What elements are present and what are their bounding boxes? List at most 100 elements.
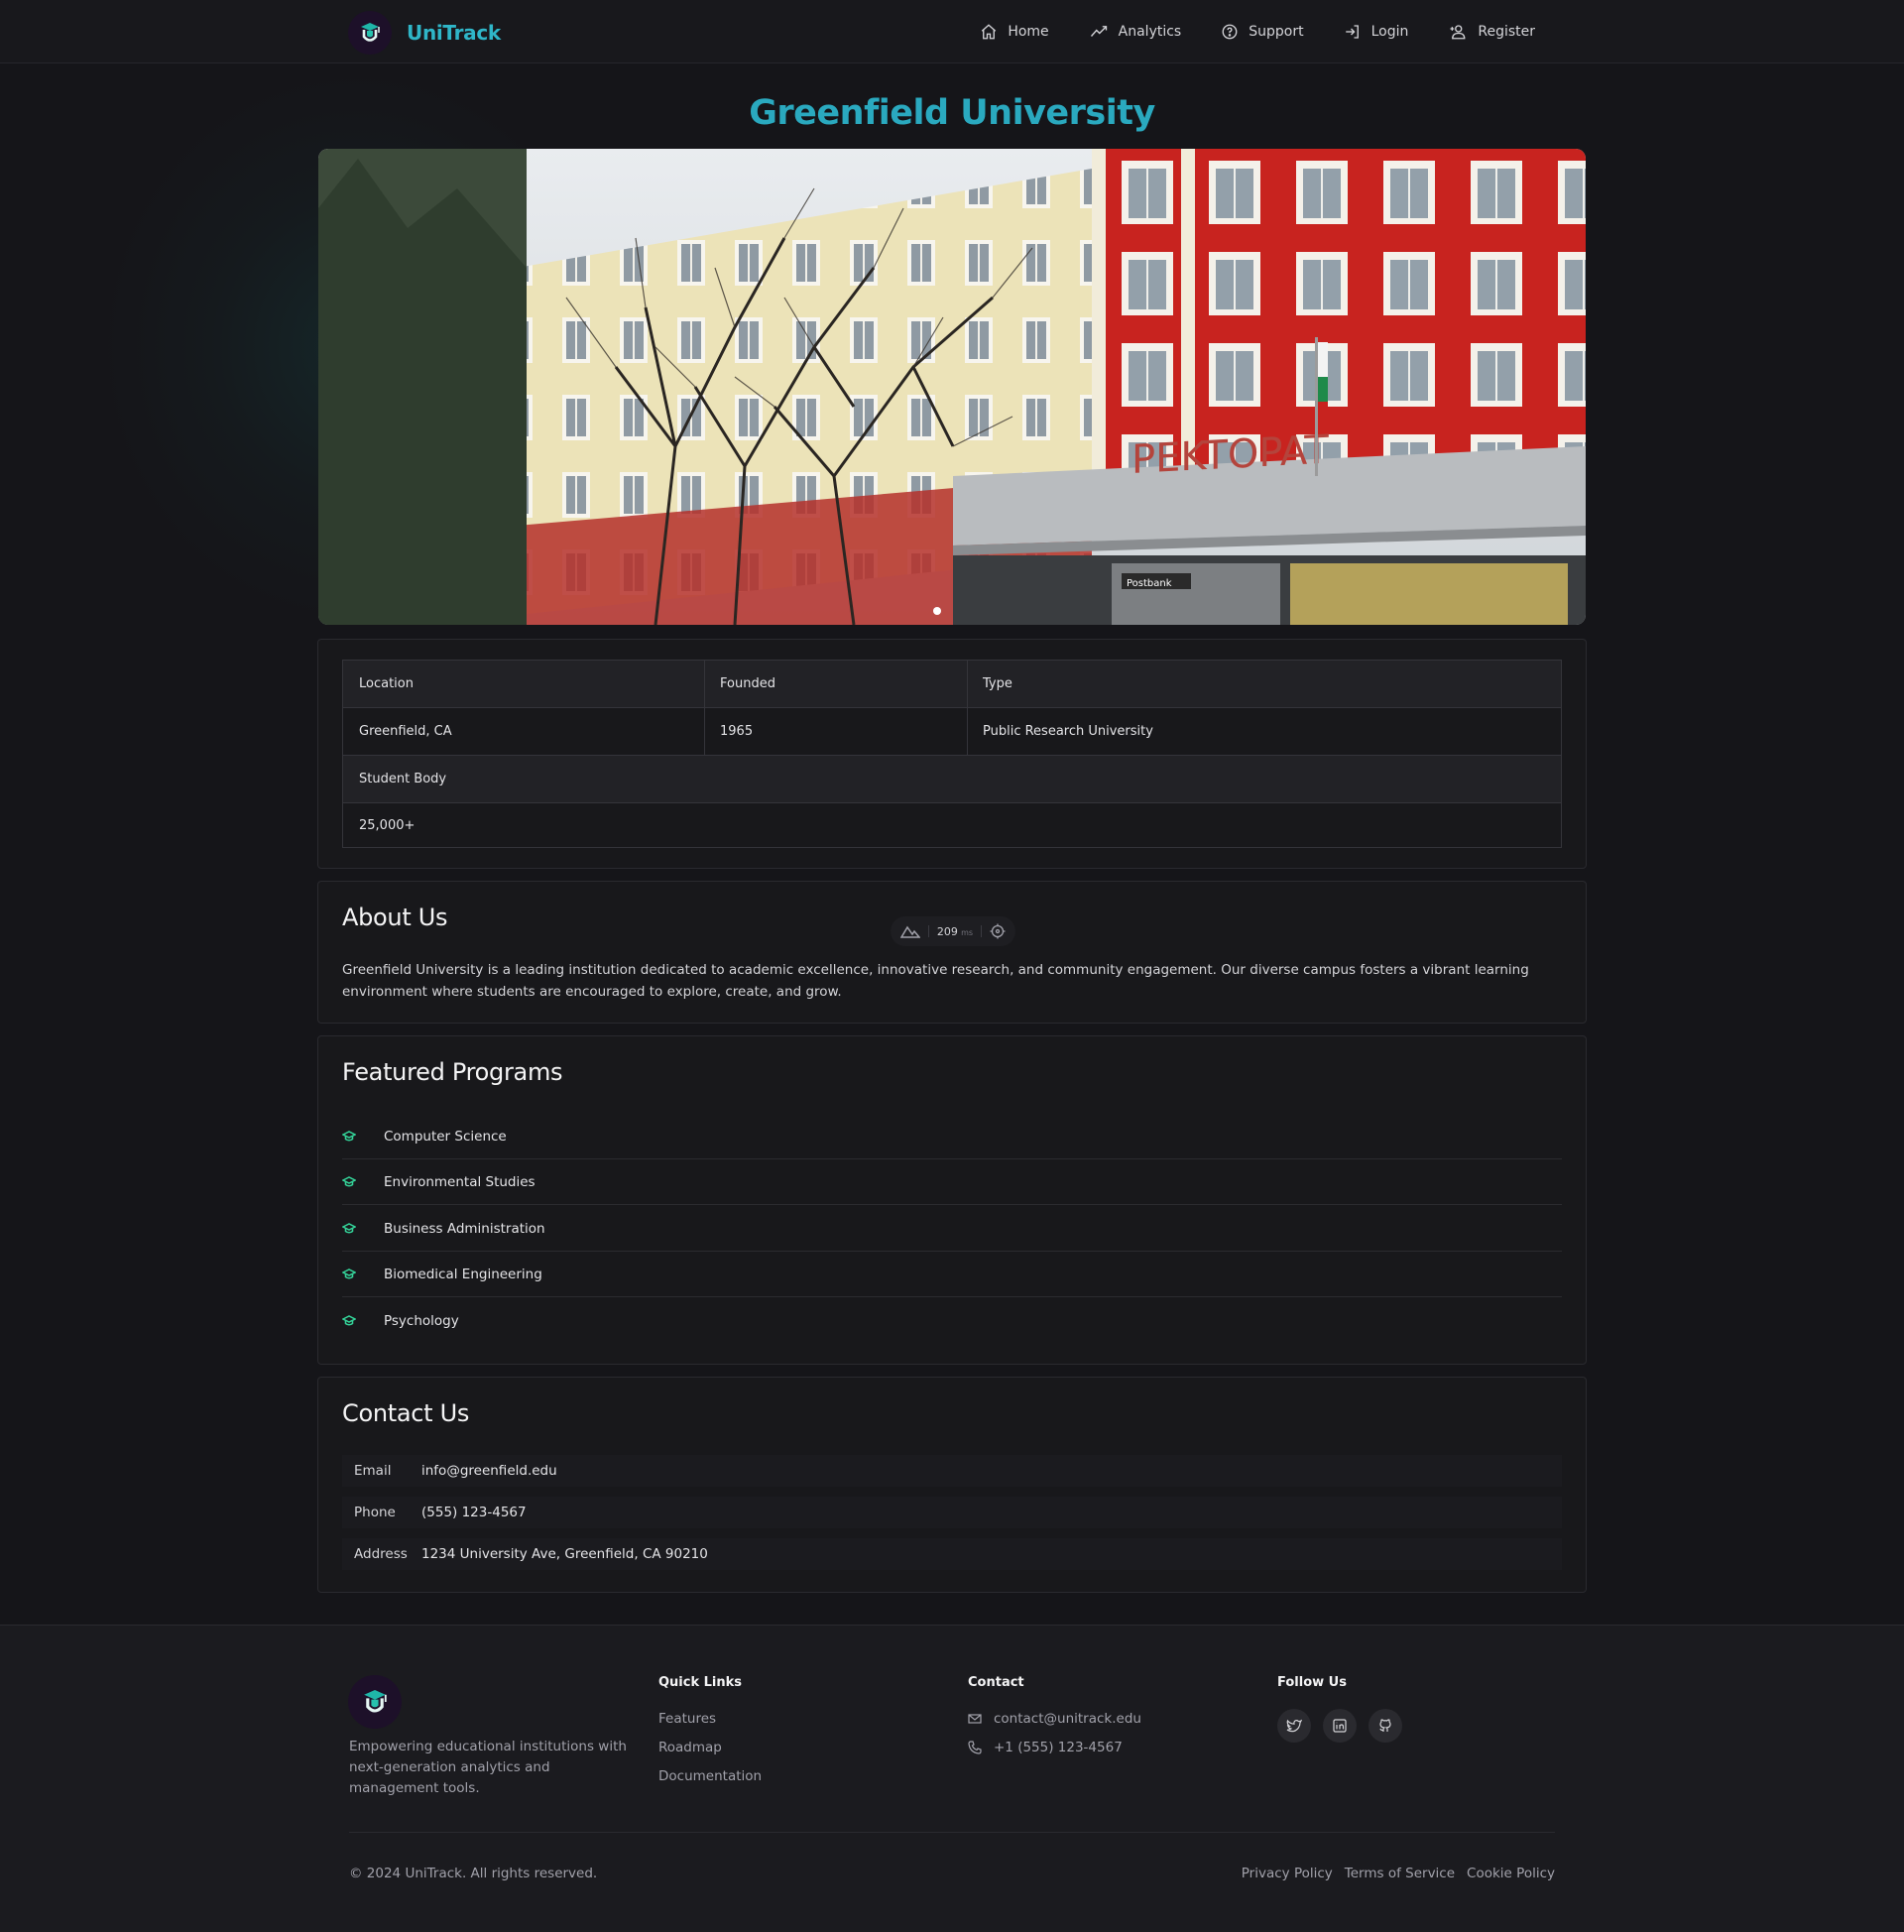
contact-title: Contact Us [342, 1399, 470, 1427]
info-founded-value: 1965 [720, 724, 754, 739]
footer-link-features[interactable]: Features [658, 1711, 716, 1727]
footer-contact-phone-text: +1 (555) 123-4567 [994, 1740, 1123, 1755]
program-item[interactable]: Business Administration [342, 1206, 1562, 1252]
footer-contact-email-text: contact@unitrack.edu [994, 1711, 1141, 1727]
info-type-value: Public Research University [983, 724, 1153, 739]
contact-value: 1234 University Ave, Greenfield, CA 9021… [421, 1546, 708, 1562]
about-title: About Us [342, 904, 448, 931]
graduation-cap-icon [342, 1268, 356, 1278]
nav-register-label: Register [1478, 24, 1535, 40]
footer: Empowering educational institutions with… [0, 1625, 1904, 1932]
footer-divider [349, 1832, 1555, 1833]
pill-separator [981, 925, 983, 937]
program-label: Computer Science [384, 1128, 507, 1145]
footer-contact-email[interactable]: contact@unitrack.edu [968, 1711, 1141, 1727]
contact-value[interactable]: info@greenfield.edu [421, 1463, 557, 1479]
graduation-cap-icon [342, 1315, 356, 1326]
nav-links: Home Analytics Support Login Register [940, 0, 1535, 63]
graduation-cap-icon [342, 1175, 356, 1186]
nav-analytics[interactable]: Analytics [1089, 23, 1182, 41]
table-divider [704, 661, 705, 755]
mountain-icon [900, 925, 920, 938]
info-location-label: Location [343, 661, 704, 707]
info-type-label: Type [967, 661, 1561, 707]
nav-analytics-label: Analytics [1118, 24, 1182, 40]
program-item[interactable]: Psychology [342, 1298, 1562, 1344]
logo-icon [348, 11, 392, 55]
about-text: Greenfield University is a leading insti… [342, 962, 1529, 1000]
help-circle-icon [1222, 24, 1238, 40]
footer-logo-icon[interactable] [348, 1675, 402, 1729]
campus-photo: PEKTOPAT Postbank [318, 149, 1586, 625]
footer-contact-phone[interactable]: +1 (555) 123-4567 [968, 1740, 1123, 1755]
info-student-body-label: Student Body [343, 756, 1561, 802]
nav-support-label: Support [1249, 24, 1304, 40]
linkedin-icon[interactable] [1323, 1709, 1357, 1743]
footer-description: Empowering educational institutions with… [349, 1739, 627, 1796]
about-card: About Us Greenfield University is a lead… [317, 881, 1587, 1024]
program-label: Business Administration [384, 1220, 545, 1237]
mail-icon [968, 1714, 982, 1724]
contact-label: Phone [354, 1505, 396, 1520]
github-icon[interactable] [1368, 1709, 1402, 1743]
program-label: Biomedical Engineering [384, 1266, 542, 1282]
footer-contact-title: Contact [968, 1675, 1024, 1690]
crosshair-icon[interactable] [990, 923, 1006, 939]
contact-row-phone: Phone (555) 123-4567 [342, 1497, 1562, 1528]
hero-carousel[interactable]: PEKTOPAT Postbank [318, 149, 1586, 625]
footer-legal-links: Privacy Policy Terms of Service Cookie P… [1230, 1866, 1555, 1881]
footer-copyright: © 2024 UniTrack. All rights reserved. [349, 1866, 598, 1881]
info-card: Location Founded Type Greenfield, CA 196… [317, 639, 1587, 869]
program-label: Psychology [384, 1313, 459, 1329]
nav-support[interactable]: Support [1221, 23, 1304, 41]
footer-privacy-link[interactable]: Privacy Policy [1242, 1866, 1333, 1881]
contact-label: Email [354, 1463, 392, 1479]
table-divider [967, 661, 968, 755]
program-item[interactable]: Computer Science [342, 1114, 1562, 1159]
nav-home[interactable]: Home [980, 23, 1049, 41]
top-navbar: UniTrack Home Analytics Support Login Re… [0, 0, 1904, 63]
table-divider [343, 707, 1561, 708]
contact-card: Contact Us Email info@greenfield.edu Pho… [317, 1377, 1587, 1593]
info-founded-label: Founded [704, 661, 967, 707]
nav-login[interactable]: Login [1344, 23, 1409, 41]
perf-value: 209 ms [936, 924, 974, 938]
footer-quick-links-title: Quick Links [658, 1675, 743, 1690]
nav-home-label: Home [1008, 24, 1049, 40]
contact-label: Address [354, 1546, 408, 1562]
pill-separator [927, 925, 929, 937]
info-location-value: Greenfield, CA [359, 724, 452, 739]
graduation-cap-icon [342, 1130, 356, 1141]
program-item[interactable]: Biomedical Engineering [342, 1252, 1562, 1297]
footer-follow-title: Follow Us [1277, 1675, 1347, 1690]
home-icon [982, 24, 997, 40]
nav-register[interactable]: Register [1448, 23, 1535, 41]
nav-login-label: Login [1370, 24, 1409, 40]
photo-shop-sign-text: Postbank [1127, 578, 1172, 589]
contact-value[interactable]: (555) 123-4567 [421, 1505, 527, 1520]
user-plus-icon [1450, 25, 1466, 40]
page-title: Greenfield University [749, 93, 1155, 133]
footer-link-documentation[interactable]: Documentation [658, 1768, 762, 1784]
program-label: Environmental Studies [384, 1173, 536, 1190]
carousel-dot-active[interactable] [933, 607, 941, 615]
programs-card: Featured Programs Computer Science Envir… [317, 1035, 1587, 1365]
info-student-body-value: 25,000+ [359, 817, 416, 833]
phone-icon [968, 1741, 982, 1754]
programs-title: Featured Programs [342, 1058, 563, 1086]
table-divider [343, 802, 1561, 803]
brand-name: UniTrack [407, 21, 501, 45]
perf-pill[interactable]: 209 ms [891, 916, 1015, 946]
login-icon [1345, 25, 1359, 39]
twitter-icon[interactable] [1277, 1709, 1311, 1743]
contact-row-email: Email info@greenfield.edu [342, 1455, 1562, 1487]
footer-link-roadmap[interactable]: Roadmap [658, 1740, 722, 1755]
trend-icon [1090, 26, 1107, 37]
table-divider [343, 755, 1561, 756]
footer-cookie-link[interactable]: Cookie Policy [1467, 1866, 1555, 1881]
footer-terms-link[interactable]: Terms of Service [1345, 1866, 1455, 1881]
graduation-cap-icon [342, 1222, 356, 1233]
program-item[interactable]: Environmental Studies [342, 1159, 1562, 1205]
brand[interactable]: UniTrack [348, 11, 501, 55]
contact-row-address: Address 1234 University Ave, Greenfield,… [342, 1538, 1562, 1570]
